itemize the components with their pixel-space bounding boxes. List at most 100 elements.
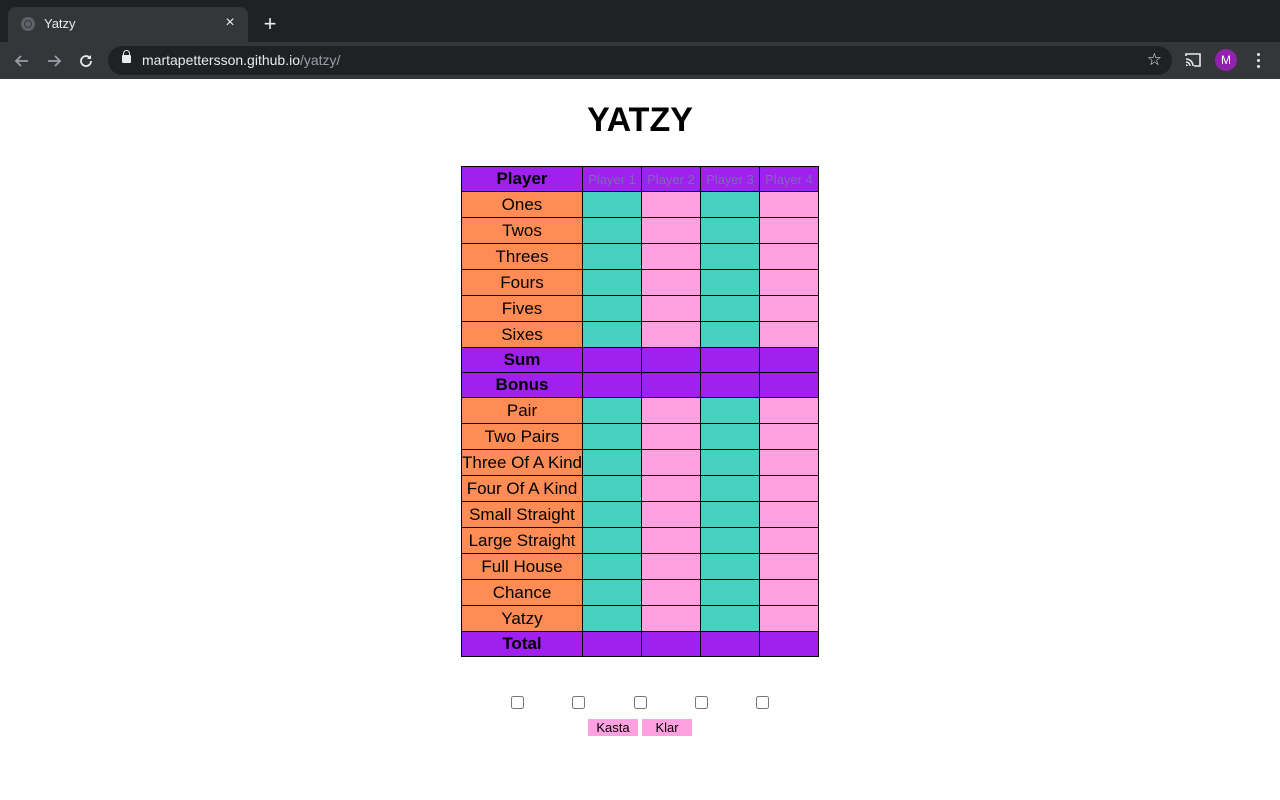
score-cell-player-2[interactable] [641, 527, 701, 554]
score-row: Chance [461, 579, 819, 606]
forward-arrow-icon [48, 55, 62, 67]
score-cell-player-1[interactable] [582, 553, 642, 580]
score-cell-player-3[interactable] [700, 243, 760, 270]
score-cell-player-2[interactable] [641, 501, 701, 528]
die-hold-checkbox-5[interactable] [756, 696, 769, 709]
score-cell-player-2[interactable] [641, 475, 701, 502]
score-cell-player-1[interactable] [582, 605, 642, 632]
score-cell-player-4[interactable] [759, 423, 819, 450]
player-name-4[interactable]: Player 4 [759, 166, 819, 192]
score-cell-player-2[interactable] [641, 553, 701, 580]
score-cell-player-2[interactable] [641, 449, 701, 476]
die-hold-checkbox-3[interactable] [634, 696, 647, 709]
score-cell-player-1[interactable] [582, 321, 642, 348]
row-label: Fives [461, 295, 583, 322]
page-title: YATZY [587, 101, 693, 139]
bookmark-star-icon[interactable]: ☆ [1147, 49, 1162, 71]
score-cell-player-2[interactable] [641, 423, 701, 450]
score-cell-player-4 [759, 631, 819, 657]
score-cell-player-4[interactable] [759, 269, 819, 296]
score-cell-player-3[interactable] [700, 217, 760, 244]
player-name-2[interactable]: Player 2 [641, 166, 701, 192]
score-cell-player-2[interactable] [641, 269, 701, 296]
kebab-menu-icon[interactable] [1250, 50, 1266, 70]
score-cell-player-3[interactable] [700, 501, 760, 528]
score-cell-player-4[interactable] [759, 217, 819, 244]
score-cell-player-1[interactable] [582, 217, 642, 244]
score-cell-player-1[interactable] [582, 527, 642, 554]
score-row: Sixes [461, 321, 819, 348]
score-cell-player-4[interactable] [759, 553, 819, 580]
score-cell-player-1[interactable] [582, 243, 642, 270]
url-text: martapettersson.github.io/yatzy/ [142, 52, 340, 68]
player-name-1[interactable]: Player 1 [582, 166, 642, 192]
score-cell-player-4[interactable] [759, 475, 819, 502]
score-cell-player-3[interactable] [700, 579, 760, 606]
score-cell-player-4[interactable] [759, 295, 819, 322]
done-button[interactable]: Klar [642, 719, 692, 736]
row-label: Ones [461, 191, 583, 218]
header-player-label: Player [461, 166, 583, 192]
row-label: Total [461, 631, 583, 657]
score-cell-player-2[interactable] [641, 217, 701, 244]
score-cell-player-1[interactable] [582, 423, 642, 450]
forward-button[interactable] [40, 47, 68, 75]
url-host: martapettersson.github.io [142, 52, 300, 68]
score-cell-player-4[interactable] [759, 501, 819, 528]
score-cell-player-2[interactable] [641, 397, 701, 424]
score-cell-player-4[interactable] [759, 527, 819, 554]
score-cell-player-3[interactable] [700, 423, 760, 450]
score-cell-player-1[interactable] [582, 191, 642, 218]
score-cell-player-3[interactable] [700, 475, 760, 502]
score-cell-player-3[interactable] [700, 321, 760, 348]
score-cell-player-2[interactable] [641, 321, 701, 348]
back-arrow-icon [14, 55, 28, 67]
tab-title: Yatzy [44, 16, 76, 31]
row-label: Pair [461, 397, 583, 424]
roll-button[interactable]: Kasta [588, 719, 638, 736]
score-row: Ones [461, 191, 819, 218]
dice-checkboxes [0, 696, 1280, 712]
score-cell-player-3[interactable] [700, 191, 760, 218]
score-cell-player-1[interactable] [582, 295, 642, 322]
die-hold-checkbox-1[interactable] [511, 696, 524, 709]
score-cell-player-1[interactable] [582, 269, 642, 296]
lock-icon [122, 50, 131, 63]
score-cell-player-2[interactable] [641, 243, 701, 270]
score-cell-player-4[interactable] [759, 321, 819, 348]
score-cell-player-3[interactable] [700, 269, 760, 296]
score-cell-player-1[interactable] [582, 579, 642, 606]
score-cell-player-3[interactable] [700, 553, 760, 580]
player-name-3[interactable]: Player 3 [700, 166, 760, 192]
score-cell-player-2[interactable] [641, 191, 701, 218]
score-cell-player-4[interactable] [759, 605, 819, 632]
header-row: Player Player 1 Player 2 Player 3 Player… [461, 166, 819, 192]
browser-tab[interactable]: Yatzy × [8, 7, 248, 42]
cast-icon[interactable] [1184, 51, 1202, 69]
new-tab-button[interactable]: + [258, 12, 282, 36]
reload-button[interactable] [72, 47, 100, 75]
back-button[interactable] [8, 47, 36, 75]
close-tab-icon[interactable]: × [220, 13, 240, 33]
profile-avatar[interactable]: M [1215, 49, 1237, 71]
score-cell-player-4[interactable] [759, 397, 819, 424]
score-cell-player-4[interactable] [759, 449, 819, 476]
die-hold-checkbox-4[interactable] [695, 696, 708, 709]
score-cell-player-1[interactable] [582, 397, 642, 424]
score-cell-player-3[interactable] [700, 605, 760, 632]
score-cell-player-3[interactable] [700, 295, 760, 322]
score-cell-player-4[interactable] [759, 579, 819, 606]
score-cell-player-2[interactable] [641, 579, 701, 606]
score-cell-player-3[interactable] [700, 397, 760, 424]
score-cell-player-2[interactable] [641, 295, 701, 322]
score-cell-player-3[interactable] [700, 527, 760, 554]
score-cell-player-1[interactable] [582, 449, 642, 476]
score-cell-player-4[interactable] [759, 191, 819, 218]
score-cell-player-3[interactable] [700, 449, 760, 476]
address-bar[interactable]: martapettersson.github.io/yatzy/ ☆ [108, 46, 1172, 75]
score-cell-player-1[interactable] [582, 475, 642, 502]
score-cell-player-1[interactable] [582, 501, 642, 528]
score-cell-player-2[interactable] [641, 605, 701, 632]
die-hold-checkbox-2[interactable] [572, 696, 585, 709]
score-cell-player-4[interactable] [759, 243, 819, 270]
